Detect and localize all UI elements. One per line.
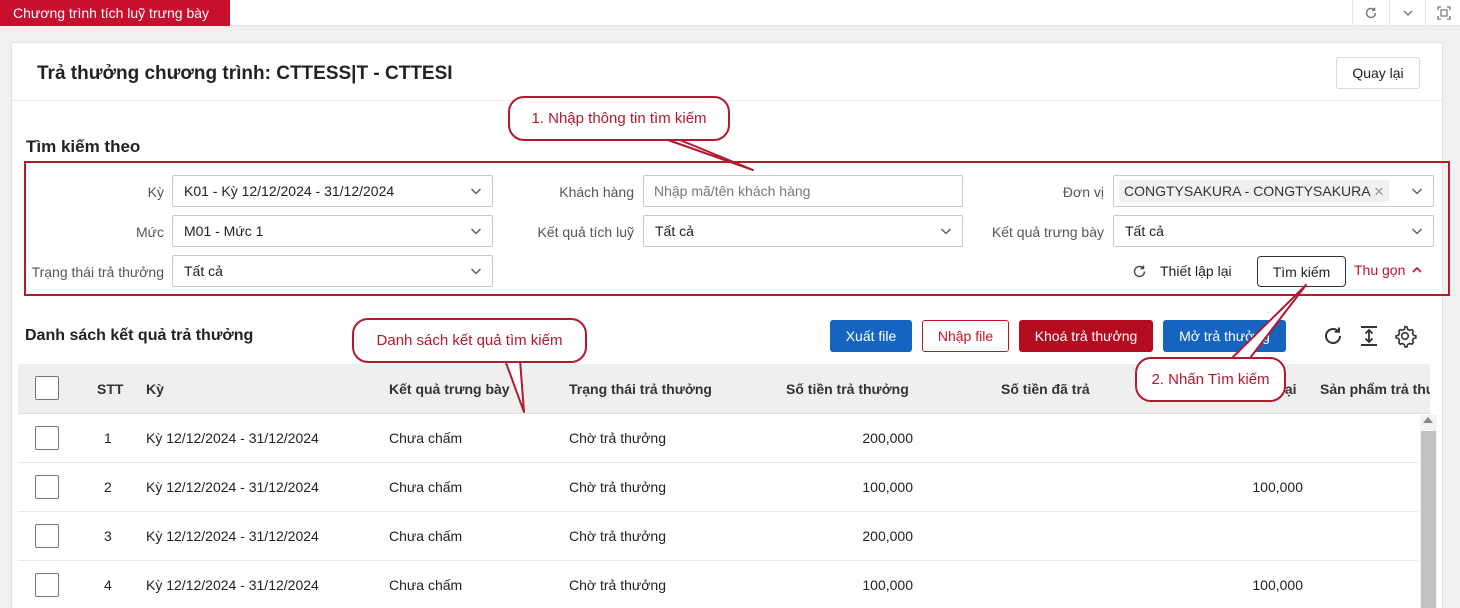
cell-remaining xyxy=(1203,512,1303,561)
chevron-down-icon[interactable] xyxy=(1389,0,1425,26)
cell-stt: 2 xyxy=(104,479,112,495)
display-result-label: Kết quả trưng bày xyxy=(991,224,1104,240)
refresh-icon[interactable] xyxy=(1352,0,1388,26)
chevron-down-icon xyxy=(471,188,481,195)
reset-label: Thiết lập lại xyxy=(1160,263,1232,279)
cell-period: Kỳ 12/12/2024 - 31/12/2024 xyxy=(146,430,319,446)
search-button[interactable]: Tìm kiếm xyxy=(1257,256,1346,287)
cell-reward-amount: 100,000 xyxy=(862,577,913,593)
cell-reward-amount: 200,000 xyxy=(862,430,913,446)
cell-period: Kỳ 12/12/2024 - 31/12/2024 xyxy=(146,479,319,495)
lock-reward-button[interactable]: Khoá trả thưởng xyxy=(1019,320,1153,352)
col-reward-product: Sản phẩm trả thư xyxy=(1320,381,1430,397)
reload-icon xyxy=(1133,265,1146,277)
chevron-up-icon xyxy=(1412,266,1422,273)
list-heading: Danh sách kết quả trả thưởng xyxy=(25,327,254,344)
row-checkbox[interactable] xyxy=(35,426,59,450)
col-display-result: Kết quả trưng bày xyxy=(389,381,510,397)
cell-reward-amount: 200,000 xyxy=(862,528,913,544)
level-label: Mức xyxy=(135,224,164,240)
reload-icon[interactable] xyxy=(1320,323,1346,349)
level-select[interactable]: M01 - Mức 1 xyxy=(172,215,493,247)
export-file-button[interactable]: Xuất file xyxy=(830,320,912,352)
page-title: Trả thưởng chương trình: CTTESS|T - CTTE… xyxy=(37,63,453,84)
accumulation-result-label: Kết quả tích luỹ xyxy=(537,224,634,240)
col-stt: STT xyxy=(97,381,124,397)
cell-remaining: 100,000 xyxy=(1252,577,1303,593)
reset-button[interactable]: Thiết lập lại xyxy=(1132,261,1232,281)
reward-status-select[interactable]: Tất cả xyxy=(172,255,493,287)
chevron-down-icon xyxy=(471,268,481,275)
cell-reward-status: Chờ trả thưởng xyxy=(569,430,666,446)
accumulation-result-value: Tất cả xyxy=(655,223,694,239)
cell-period: Kỳ 12/12/2024 - 31/12/2024 xyxy=(146,577,319,593)
column-height-icon[interactable] xyxy=(1356,323,1382,349)
divider xyxy=(12,100,1442,101)
callout-step1: 1. Nhập thông tin tìm kiếm xyxy=(508,96,730,141)
chevron-down-icon xyxy=(1412,228,1422,235)
display-result-select[interactable]: Tất cả xyxy=(1113,215,1434,247)
table-row[interactable]: 2 Kỳ 12/12/2024 - 31/12/2024 Chưa chấm C… xyxy=(18,463,1418,512)
customer-input[interactable]: Nhập mã/tên khách hàng xyxy=(643,175,963,207)
cell-reward-status: Chờ trả thưởng xyxy=(569,577,666,593)
cell-period: Kỳ 12/12/2024 - 31/12/2024 xyxy=(146,528,319,544)
cell-stt: 3 xyxy=(104,528,112,544)
chevron-down-icon xyxy=(471,228,481,235)
cell-display-result: Chưa chấm xyxy=(389,430,463,446)
callout-list-note: Danh sách kết quả tìm kiếm xyxy=(352,318,587,363)
import-file-button[interactable]: Nhập file xyxy=(922,320,1009,352)
chevron-down-icon xyxy=(1412,188,1422,195)
app-tab[interactable]: Chương trình tích luỹ trưng bày xyxy=(0,0,230,26)
col-paid-amount: Số tiền đã trả xyxy=(1001,381,1090,397)
cell-remaining: 100,000 xyxy=(1252,479,1303,495)
row-checkbox[interactable] xyxy=(35,524,59,548)
unlock-reward-button[interactable]: Mở trả thưởng xyxy=(1163,320,1286,352)
select-all-checkbox[interactable] xyxy=(35,376,59,400)
display-result-value: Tất cả xyxy=(1125,223,1164,239)
unit-tag: CONGTYSAKURA - CONGTYSAKURA ✕ xyxy=(1119,180,1389,202)
level-value: M01 - Mức 1 xyxy=(184,223,264,239)
search-heading: Tìm kiếm theo xyxy=(26,137,141,156)
chevron-down-icon xyxy=(941,228,951,235)
table-row[interactable]: 4 Kỳ 12/12/2024 - 31/12/2024 Chưa chấm C… xyxy=(18,561,1418,608)
top-tab-bar: Chương trình tích luỹ trưng bày xyxy=(0,0,1460,26)
cell-reward-status: Chờ trả thưởng xyxy=(569,479,666,495)
scroll-up-arrow[interactable] xyxy=(1423,417,1433,423)
cell-stt: 4 xyxy=(104,577,112,593)
scrollbar-thumb[interactable] xyxy=(1421,431,1436,608)
reward-status-label: Trạng thái trả thưởng xyxy=(31,264,164,280)
period-label: Kỳ xyxy=(147,184,164,200)
col-period: Kỳ xyxy=(146,381,164,397)
collapse-label: Thu gọn xyxy=(1354,262,1406,278)
cell-display-result: Chưa chấm xyxy=(389,577,463,593)
maximize-icon[interactable] xyxy=(1425,0,1460,26)
accumulation-result-select[interactable]: Tất cả xyxy=(643,215,963,247)
row-checkbox[interactable] xyxy=(35,475,59,499)
col-reward-status: Trạng thái trả thưởng xyxy=(569,381,712,397)
unit-label: Đơn vị xyxy=(1062,184,1104,200)
row-checkbox[interactable] xyxy=(35,573,59,597)
callout-step2: 2. Nhấn Tìm kiếm xyxy=(1135,357,1286,402)
unit-select[interactable]: CONGTYSAKURA - CONGTYSAKURA ✕ xyxy=(1113,175,1434,207)
period-select[interactable]: K01 - Kỳ 12/12/2024 - 31/12/2024 xyxy=(172,175,493,207)
cell-display-result: Chưa chấm xyxy=(389,528,463,544)
unit-tag-label: CONGTYSAKURA - CONGTYSAKURA xyxy=(1124,183,1371,199)
table-row[interactable]: 3 Kỳ 12/12/2024 - 31/12/2024 Chưa chấm C… xyxy=(18,512,1418,561)
cell-reward-status: Chờ trả thưởng xyxy=(569,528,666,544)
period-value: K01 - Kỳ 12/12/2024 - 31/12/2024 xyxy=(184,183,395,199)
cell-display-result: Chưa chấm xyxy=(389,479,463,495)
customer-label: Khách hàng xyxy=(559,184,634,200)
close-icon[interactable]: ✕ xyxy=(1374,184,1385,199)
reward-status-value: Tất cả xyxy=(184,263,223,279)
cell-reward-amount: 100,000 xyxy=(862,479,913,495)
col-reward-amount: Số tiền trả thưởng xyxy=(786,381,909,397)
settings-icon[interactable] xyxy=(1392,323,1418,349)
cell-stt: 1 xyxy=(104,430,112,446)
collapse-toggle[interactable]: Thu gọn xyxy=(1354,262,1423,278)
back-button[interactable]: Quay lại xyxy=(1336,57,1420,89)
table-row[interactable]: 1 Kỳ 12/12/2024 - 31/12/2024 Chưa chấm C… xyxy=(18,414,1418,463)
cell-remaining xyxy=(1203,414,1303,463)
